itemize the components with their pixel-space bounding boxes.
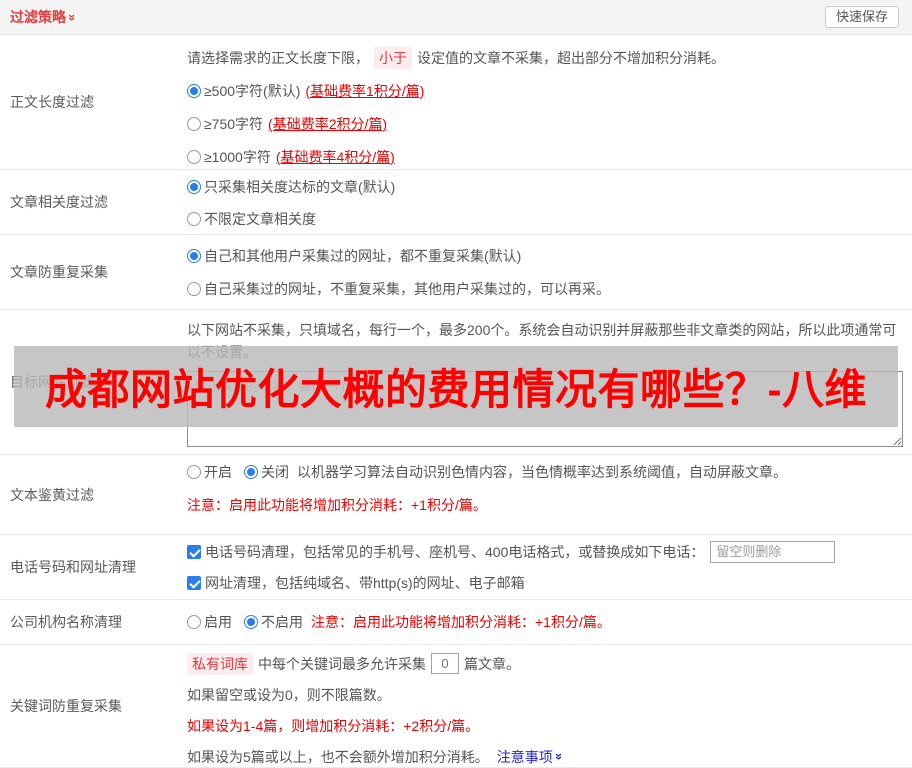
- row-label-relevance: 文章相关度过滤: [0, 170, 187, 234]
- notes-link[interactable]: 注意事项 »: [497, 747, 563, 767]
- option-cost: (基础费率2积分/篇): [268, 114, 387, 134]
- radio-company-on[interactable]: [187, 615, 201, 629]
- row-porn-filter: 文本鉴黄过滤 开启 关闭 以机器学习算法自动识别色情内容，当色情概率达到系统阈值…: [0, 455, 912, 535]
- chevron-double-down-icon: »: [66, 13, 79, 20]
- filter-settings-page: 过滤策略 » 快速保存 正文长度过滤 请选择需求的正文长度下限， 小于 设定值的…: [0, 0, 912, 768]
- target-site-desc: 以下网站不采集，只填域名，每行一个，最多200个。系统会自动识别并屏蔽那些非文章…: [187, 319, 903, 363]
- page-title: 过滤策略: [10, 7, 66, 27]
- desc-text: 请选择需求的正文长度下限，: [187, 48, 369, 68]
- row-label-company-clean: 公司机构名称清理: [0, 600, 187, 644]
- option-label: 电话号码清理，包括常见的手机号、座机号、400电话格式，或替换成如下电话：: [205, 542, 704, 562]
- max-articles-input[interactable]: [431, 653, 459, 674]
- row-dedup-collect: 文章防重复采集 自己和其他用户采集过的网址，都不重复采集(默认) 自己采集过的网…: [0, 235, 912, 310]
- dedup-content: 自己和其他用户采集过的网址，都不重复采集(默认) 自己采集过的网址，不重复采集，…: [187, 235, 912, 309]
- private-lexicon-tag: 私有词库: [187, 653, 253, 675]
- row-company-clean: 公司机构名称清理 启用 不启用 注意：启用此功能将增加积分消耗：+1积分/篇。: [0, 600, 912, 645]
- option-label: 开启: [204, 462, 232, 482]
- url-clean-option: 网址清理，包括纯域名、带http(s)的网址、电子邮箱: [187, 567, 902, 598]
- radio-dedup-self-only[interactable]: [187, 282, 201, 296]
- option-label: 不启用: [261, 612, 303, 632]
- radio-1000-chars[interactable]: [187, 150, 201, 164]
- radio-750-chars[interactable]: [187, 117, 201, 131]
- radio-500-chars[interactable]: [187, 84, 201, 98]
- radio-dedup-all-users[interactable]: [187, 249, 201, 263]
- checkbox-phone-clean[interactable]: [187, 545, 201, 559]
- chevron-double-down-icon: »: [553, 753, 566, 760]
- radio-company-off[interactable]: [244, 615, 258, 629]
- length-filter-content: 请选择需求的正文长度下限， 小于 设定值的文章不采集，超出部分不增加积分消耗。 …: [187, 35, 912, 169]
- phone-url-content: 电话号码清理，包括常见的手机号、座机号、400电话格式，或替换成如下电话： 网址…: [187, 535, 912, 599]
- option-label: 启用: [204, 612, 232, 632]
- length-option-1000: ≥1000字符 (基础费率4积分/篇): [187, 140, 902, 173]
- radio-relevant-only[interactable]: [187, 180, 201, 194]
- option-cost: (基础费率1积分/篇): [305, 81, 424, 101]
- desc-text: 设定值的文章不采集，超出部分不增加积分消耗。: [417, 48, 725, 68]
- dedup-option-self: 自己采集过的网址，不重复采集，其他用户采集过的，可以再采。: [187, 272, 902, 305]
- row-label-porn-filter: 文本鉴黄过滤: [0, 455, 187, 534]
- option-label: 自己和其他用户采集过的网址，都不重复采集(默认): [204, 246, 521, 266]
- row-label-length-filter: 正文长度过滤: [0, 35, 187, 169]
- porn-filter-desc: 以机器学习算法自动识别色情内容，当色情概率达到系统阈值，自动屏蔽文章。: [297, 462, 787, 482]
- option-label: ≥500字符(默认): [204, 81, 300, 101]
- option-label: 自己采集过的网址，不重复采集，其他用户采集过的，可以再采。: [204, 279, 610, 299]
- option-cost: (基础费率4积分/篇): [276, 147, 395, 167]
- row-keyword-dedup: 关键词防重复采集 私有词库 中每个关键词最多允许采集 篇文章。 如果留空或设为0…: [0, 645, 912, 768]
- notes-link-label: 注意事项: [497, 747, 553, 767]
- keyword-note-cost: 如果设为1-4篇，则增加积分消耗：+2积分/篇。: [187, 710, 902, 741]
- dedup-option-global: 自己和其他用户采集过的网址，都不重复采集(默认): [187, 239, 902, 272]
- checkbox-url-clean[interactable]: [187, 576, 201, 590]
- company-clean-note: 注意：启用此功能将增加积分消耗：+1积分/篇。: [311, 612, 611, 632]
- less-than-tag: 小于: [374, 47, 412, 69]
- relevance-option-any: 不限定文章相关度: [187, 203, 902, 235]
- radio-no-limit[interactable]: [187, 212, 201, 226]
- keyword-dedup-content: 私有词库 中每个关键词最多允许采集 篇文章。 如果留空或设为0，则不限篇数。 如…: [187, 645, 912, 767]
- row-length-filter: 正文长度过滤 请选择需求的正文长度下限， 小于 设定值的文章不采集，超出部分不增…: [0, 35, 912, 170]
- replace-phone-input[interactable]: [710, 541, 835, 563]
- line-text: 中每个关键词最多允许采集: [258, 654, 426, 674]
- radio-porn-off[interactable]: [244, 465, 258, 479]
- keyword-note-zero: 如果留空或设为0，则不限篇数。: [187, 679, 902, 710]
- relevance-content: 只采集相关度达标的文章(默认) 不限定文章相关度: [187, 170, 912, 234]
- row-target-site-filter: 目标网站过滤 以下网站不采集，只填域名，每行一个，最多200个。系统会自动识别并…: [0, 310, 912, 455]
- company-clean-content: 启用 不启用 注意：启用此功能将增加积分消耗：+1积分/篇。: [187, 600, 912, 644]
- row-phone-url-clean: 电话号码和网址清理 电话号码清理，包括常见的手机号、座机号、400电话格式，或替…: [0, 535, 912, 600]
- topbar: 过滤策略 » 快速保存: [0, 0, 912, 35]
- length-filter-desc: 请选择需求的正文长度下限， 小于 设定值的文章不采集，超出部分不增加积分消耗。: [187, 41, 902, 74]
- target-site-content: 以下网站不采集，只填域名，每行一个，最多200个。系统会自动识别并屏蔽那些非文章…: [187, 310, 912, 454]
- line-text: 篇文章。: [464, 654, 520, 674]
- porn-filter-note: 注意：启用此功能将增加积分消耗：+1积分/篇。: [187, 488, 902, 521]
- keyword-limit-line: 私有词库 中每个关键词最多允许采集 篇文章。: [187, 648, 902, 679]
- blocked-domains-textarea[interactable]: [187, 371, 903, 447]
- option-label: ≥1000字符: [204, 147, 271, 167]
- line-text: 如果设为5篇或以上，也不会额外增加积分消耗。: [187, 747, 489, 767]
- row-relevance-filter: 文章相关度过滤 只采集相关度达标的文章(默认) 不限定文章相关度: [0, 170, 912, 235]
- porn-filter-content: 开启 关闭 以机器学习算法自动识别色情内容，当色情概率达到系统阈值，自动屏蔽文章…: [187, 455, 912, 534]
- option-label: 关闭: [261, 462, 289, 482]
- phone-clean-option: 电话号码清理，包括常见的手机号、座机号、400电话格式，或替换成如下电话：: [187, 536, 902, 567]
- relevance-option-strict: 只采集相关度达标的文章(默认): [187, 171, 902, 203]
- length-option-750: ≥750字符 (基础费率2积分/篇): [187, 107, 902, 140]
- row-label-phone-url: 电话号码和网址清理: [0, 535, 187, 599]
- porn-filter-options: 开启 关闭 以机器学习算法自动识别色情内容，当色情概率达到系统阈值，自动屏蔽文章…: [187, 455, 902, 488]
- keyword-note-five: 如果设为5篇或以上，也不会额外增加积分消耗。 注意事项 »: [187, 741, 902, 768]
- length-option-500: ≥500字符(默认) (基础费率1积分/篇): [187, 74, 902, 107]
- option-label: ≥750字符: [204, 114, 263, 134]
- option-label: 网址清理，包括纯域名、带http(s)的网址、电子邮箱: [205, 573, 525, 593]
- quick-save-button[interactable]: 快速保存: [825, 6, 899, 28]
- option-label: 只采集相关度达标的文章(默认): [204, 177, 395, 197]
- row-label-keyword-dedup: 关键词防重复采集: [0, 645, 187, 767]
- option-label: 不限定文章相关度: [204, 209, 316, 229]
- row-label-target-site: 目标网站过滤: [0, 310, 187, 454]
- section-title-filter-strategy[interactable]: 过滤策略 »: [10, 7, 76, 27]
- radio-porn-on[interactable]: [187, 465, 201, 479]
- row-label-dedup: 文章防重复采集: [0, 235, 187, 309]
